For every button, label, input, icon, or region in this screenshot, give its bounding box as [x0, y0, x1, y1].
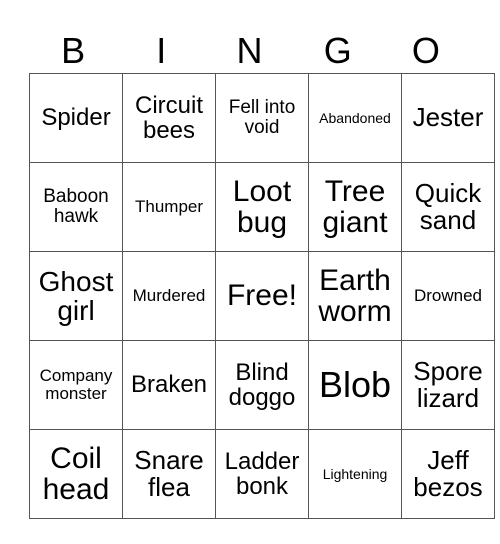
bingo-cell[interactable]: Drowned	[401, 251, 495, 341]
bingo-cell[interactable]: Circuit bees	[122, 73, 216, 163]
bingo-cell[interactable]: Ghost girl	[29, 251, 123, 341]
bingo-cell[interactable]: Company monster	[29, 340, 123, 430]
bingo-cell[interactable]: Murdered	[122, 251, 216, 341]
bingo-cell[interactable]: Coil head	[29, 429, 123, 519]
bingo-cell[interactable]: Thumper	[122, 162, 216, 252]
bingo-cell[interactable]: Earth worm	[308, 251, 402, 341]
header-letter-g: G	[323, 30, 352, 71]
bingo-cell[interactable]: Braken	[122, 340, 216, 430]
bingo-cell[interactable]: Blob	[308, 340, 402, 430]
free-space-cell[interactable]: Free!	[215, 251, 309, 341]
bingo-cell[interactable]: Baboon hawk	[29, 162, 123, 252]
bingo-cell[interactable]: Quick sand	[401, 162, 495, 252]
grid-row: Baboon hawk Thumper Loot bug Tree giant …	[29, 162, 495, 252]
bingo-cell[interactable]: Spider	[29, 73, 123, 163]
bingo-cell[interactable]: Ladder bonk	[215, 429, 309, 519]
grid-row: Ghost girl Murdered Free! Earth worm Dro…	[29, 251, 495, 341]
bingo-cell[interactable]: Loot bug	[215, 162, 309, 252]
header-letter-o: O	[411, 30, 440, 71]
header-letter-b: B	[61, 30, 86, 71]
bingo-cell[interactable]: Fell into void	[215, 73, 309, 163]
bingo-cell[interactable]: Jester	[401, 73, 495, 163]
grid-row: Spider Circuit bees Fell into void Aband…	[29, 73, 495, 163]
bingo-cell[interactable]: Spore lizard	[401, 340, 495, 430]
bingo-cell[interactable]: Tree giant	[308, 162, 402, 252]
grid-row: Company monster Braken Blind doggo Blob …	[29, 340, 495, 430]
bingo-cell[interactable]: Blind doggo	[215, 340, 309, 430]
grid-row: Coil head Snare flea Ladder bonk Lighten…	[29, 429, 495, 519]
bingo-cell[interactable]: Jeff bezos	[401, 429, 495, 519]
bingo-cell[interactable]: Lightening	[308, 429, 402, 519]
bingo-cell[interactable]: Snare flea	[122, 429, 216, 519]
header-letter-i: I	[156, 30, 167, 71]
bingo-grid: Spider Circuit bees Fell into void Aband…	[29, 73, 495, 519]
bingo-header: B I N G O	[29, 28, 470, 73]
header-letter-n: N	[236, 30, 263, 71]
bingo-cell[interactable]: Abandoned	[308, 73, 402, 163]
